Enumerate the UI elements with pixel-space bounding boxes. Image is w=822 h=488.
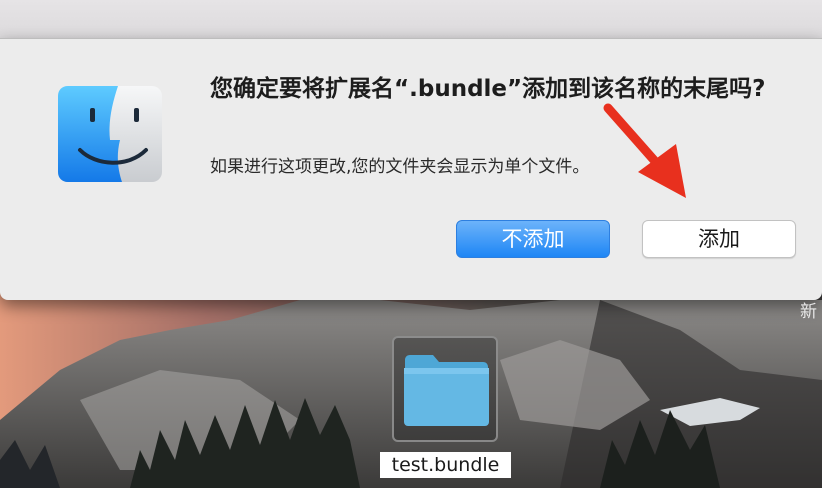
red-arrow-icon [603, 103, 686, 198]
dont-add-button[interactable]: 不添加 [456, 220, 610, 258]
folder-icon [404, 355, 489, 426]
alert-message: 如果进行这项更改,您的文件夹会显示为单个文件。 [210, 157, 590, 177]
desktop-folder-item[interactable] [392, 336, 498, 442]
window-titlebar [0, 0, 822, 38]
desktop-side-label: 新 [800, 302, 817, 322]
finder-icon [58, 86, 162, 182]
alert-divider [0, 38, 822, 39]
add-button[interactable]: 添加 [642, 220, 796, 258]
alert-title: 您确定要将扩展名“.bundle”添加到该名称的末尾吗? [210, 76, 766, 102]
screen: 您确定要将扩展名“.bundle”添加到该名称的末尾吗? 如果进行这项更改,您的… [0, 0, 822, 488]
folder-name-label[interactable]: test.bundle [380, 452, 511, 478]
